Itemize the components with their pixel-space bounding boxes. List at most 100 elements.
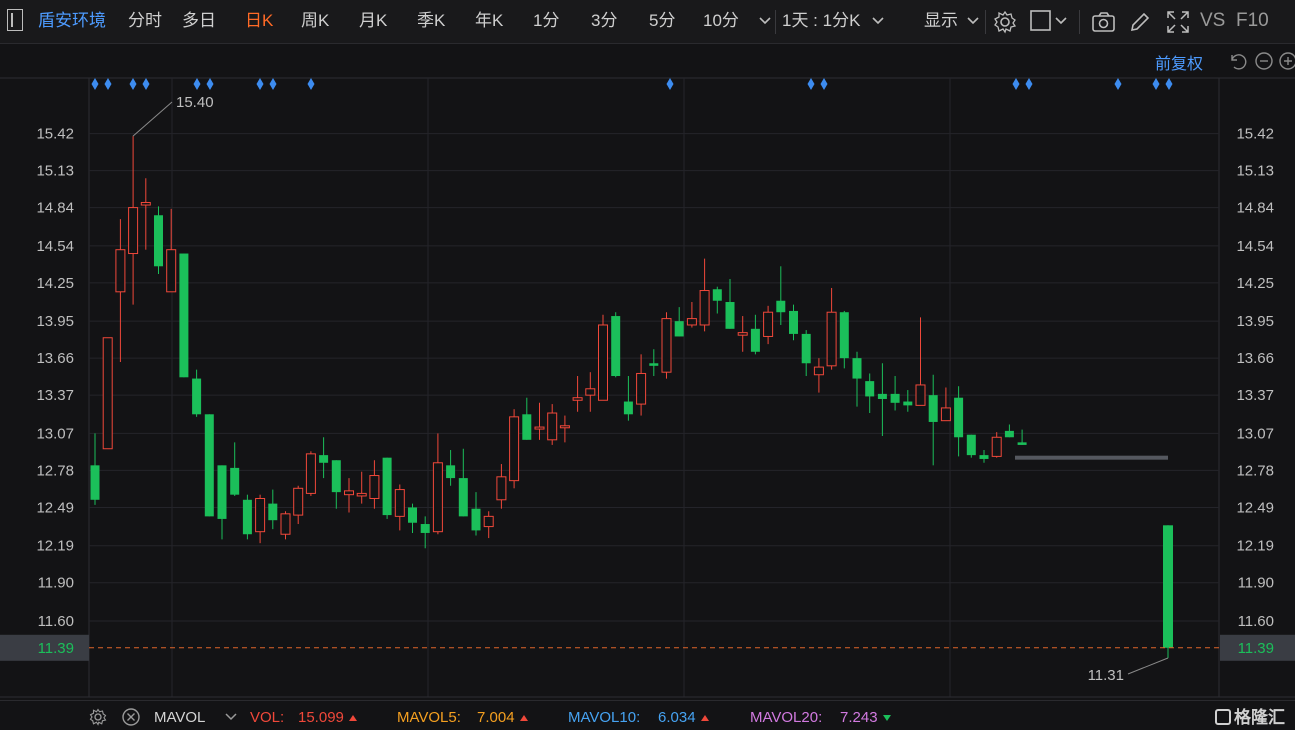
indicator-chevron-icon[interactable]	[225, 712, 237, 722]
candle-body-down	[319, 455, 329, 463]
candle-body-up	[344, 490, 354, 496]
display-menu[interactable]: 显示	[924, 10, 958, 32]
pencil-icon[interactable]	[1128, 10, 1152, 34]
candle-body-up	[293, 487, 304, 516]
candle-body-up	[763, 311, 774, 337]
tab-quarterly-k[interactable]: 季K	[417, 10, 445, 32]
drawn-horizontal-line	[1015, 455, 1168, 460]
candle-body-up	[483, 515, 494, 528]
y-tick-label-right: 11.60	[1238, 613, 1274, 630]
tab-yearly-k[interactable]: 年K	[475, 10, 503, 32]
candle-body-down	[877, 393, 887, 399]
candle-body-down	[928, 395, 938, 422]
more-periods-chevron-icon[interactable]	[759, 16, 771, 26]
candle-body-up	[585, 388, 596, 396]
period-select[interactable]: 1天 : 1分K	[782, 10, 860, 32]
y-tick-label-left: 13.07	[36, 425, 74, 442]
mavol10-label: MAVOL10:	[568, 709, 641, 726]
y-tick-label-left: 13.37	[36, 387, 74, 404]
y-tick-label-left: 14.54	[36, 238, 74, 255]
layout-chevron-icon[interactable]	[1055, 16, 1067, 26]
event-marker-diamond	[1012, 78, 1020, 90]
stock-name[interactable]: 盾安环境	[38, 10, 106, 32]
high-price-label: 15.40	[176, 94, 214, 111]
candle-body-down	[789, 310, 798, 334]
low-price-label: 11.31	[1088, 667, 1124, 684]
event-marker-diamond	[1165, 78, 1173, 90]
up-arrow-icon	[348, 715, 357, 721]
y-tick-label-right: 15.42	[1236, 126, 1274, 143]
candle-body-down	[623, 401, 633, 415]
up-arrow-icon	[519, 715, 528, 721]
y-tick-label-left: 12.49	[36, 499, 74, 516]
high-annotation-leader	[132, 101, 173, 137]
candle-body-up	[534, 426, 545, 430]
tab-daily-k[interactable]: 日K	[245, 10, 273, 32]
tab-intraday[interactable]: 分时	[128, 10, 162, 32]
fullscreen-icon[interactable]	[1166, 10, 1190, 34]
indicator-settings-gear-icon[interactable]	[89, 708, 107, 726]
y-tick-label-right: 14.84	[1236, 200, 1274, 217]
y-tick-label-left: 12.78	[36, 462, 74, 479]
vol-label: VOL:	[250, 709, 285, 726]
event-marker-diamond	[1152, 78, 1160, 90]
vs-compare-button[interactable]: VS	[1200, 10, 1225, 32]
candle-body-down	[1163, 525, 1173, 648]
indicator-select[interactable]: MAVOL	[154, 709, 205, 726]
candle-body-down	[217, 465, 227, 519]
toolbar-divider	[775, 10, 776, 34]
y-tick-label-right: 12.78	[1236, 462, 1274, 479]
tab-10min[interactable]: 10分	[703, 10, 739, 32]
candle-body-up	[636, 372, 647, 405]
candle-body-down	[903, 401, 913, 406]
tab-1min[interactable]: 1分	[533, 10, 559, 32]
candle-body-down	[865, 381, 875, 397]
y-tick-label-right: 15.13	[1236, 163, 1274, 180]
gear-icon[interactable]	[993, 10, 1017, 34]
y-tick-label-left: 11.90	[38, 575, 74, 592]
display-chevron-icon[interactable]	[967, 16, 979, 26]
candle-body-down	[712, 289, 722, 301]
y-tick-label-right: 12.19	[1236, 538, 1274, 555]
mavol20-value: 7.243	[840, 709, 891, 726]
tab-5min[interactable]: 5分	[649, 10, 675, 32]
current-price-label-left: 11.39	[38, 640, 74, 657]
camera-icon[interactable]	[1091, 10, 1117, 34]
candle-body-down	[649, 363, 659, 366]
y-tick-label-right: 12.49	[1236, 499, 1274, 516]
close-indicator-icon[interactable]	[122, 708, 140, 726]
candle-body-down	[979, 455, 989, 459]
candlestick-chart[interactable]: 15.42 15.42 15.13 15.13 14.84 14.84 14.54 14.54…	[0, 44, 1295, 700]
candle-body-down	[242, 499, 252, 535]
candle-body-down	[750, 328, 760, 352]
low-annotation-leader	[1127, 657, 1169, 675]
y-tick-label-right: 14.25	[1236, 275, 1274, 292]
tab-monthly-k[interactable]: 月K	[359, 10, 387, 32]
candle-body-up	[991, 436, 1002, 457]
f10-button[interactable]: F10	[1236, 10, 1269, 32]
candle-body-up	[559, 425, 570, 429]
candle-body-up	[813, 366, 824, 376]
candle-body-down	[966, 434, 976, 456]
tab-3min[interactable]: 3分	[591, 10, 617, 32]
chart-toolbar: 盾安环境 分时 多日 日K 周K 月K 季K 年K 1分 3分 5分 10分 1…	[0, 0, 1295, 44]
layout-square-icon[interactable]	[1030, 10, 1052, 32]
tab-weekly-k[interactable]: 周K	[301, 10, 329, 32]
toolbar-divider	[985, 10, 986, 34]
candle-body-down	[382, 457, 392, 516]
candle-body-down	[420, 524, 430, 533]
event-marker-diamond	[256, 78, 264, 90]
panel-toggle-icon[interactable]	[7, 9, 23, 31]
mavol10-value: 6.034	[658, 709, 709, 726]
candle-body-down	[839, 312, 849, 359]
mavol5-value: 7.004	[477, 709, 528, 726]
period-chevron-icon[interactable]	[872, 16, 884, 26]
candle-body-up	[940, 407, 951, 422]
brand-logo-icon	[1215, 709, 1231, 725]
down-arrow-icon	[882, 715, 891, 721]
candle-body-up	[572, 397, 583, 401]
candle-body-up	[166, 249, 177, 293]
tab-multi-day[interactable]: 多日	[182, 10, 216, 32]
candle-body-down	[446, 465, 456, 479]
event-marker-diamond	[104, 78, 112, 90]
